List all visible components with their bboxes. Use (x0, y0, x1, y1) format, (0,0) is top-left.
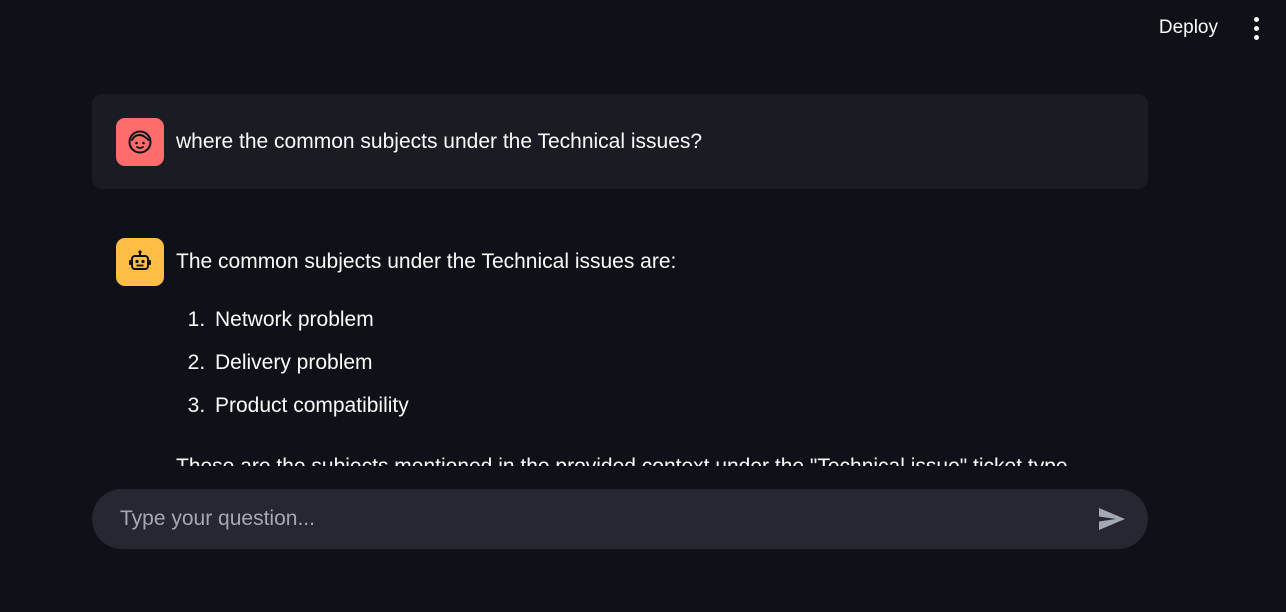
app-window: Deploy where the common subjects under t… (0, 0, 1286, 612)
list-item: Delivery problem (211, 348, 1073, 378)
main-menu-button[interactable] (1244, 12, 1268, 44)
vertical-ellipsis-icon (1253, 16, 1259, 40)
assistant-message-body: The common subjects under the Technical … (176, 238, 1073, 466)
answer-list: Network problem Delivery problem Product… (176, 305, 1073, 421)
list-item: Network problem (211, 305, 1073, 335)
user-message: where the common subjects under the Tech… (92, 94, 1148, 189)
assistant-avatar (116, 238, 164, 286)
send-icon (1099, 508, 1125, 530)
list-item: Product compatibility (211, 391, 1073, 421)
question-input[interactable] (118, 506, 1094, 532)
assistant-outro-text: These are the subjects mentioned in the … (176, 452, 1073, 466)
robot-icon (129, 250, 151, 270)
top-toolbar: Deploy (1145, 0, 1286, 56)
chat-history[interactable]: where the common subjects under the Tech… (92, 94, 1148, 466)
assistant-intro-text: The common subjects under the Technical … (176, 250, 677, 273)
assistant-message: The common subjects under the Technical … (92, 214, 1148, 466)
user-message-text: where the common subjects under the Tech… (176, 129, 703, 153)
user-avatar (116, 117, 164, 166)
deploy-button[interactable]: Deploy (1145, 11, 1232, 45)
chat-input-bar (92, 489, 1148, 549)
send-button[interactable] (1094, 501, 1130, 537)
user-face-icon (128, 130, 152, 153)
